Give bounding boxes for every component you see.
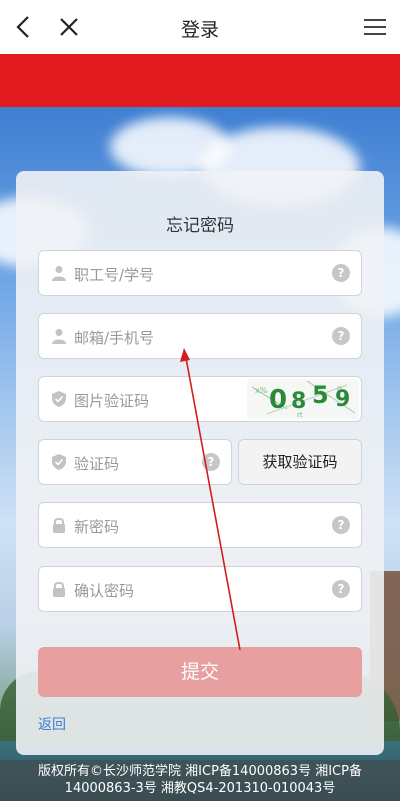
help-icon[interactable]: ?	[202, 453, 220, 471]
hamburger-menu-icon[interactable]	[362, 14, 388, 40]
help-icon[interactable]: ?	[332, 264, 350, 282]
help-icon[interactable]: ?	[332, 516, 350, 534]
copyright-footer: 版权所有©长沙师范学院 湘ICP备14000863号 湘ICP备 1400086…	[0, 760, 400, 801]
captcha-char: 8	[291, 389, 307, 414]
email-phone-placeholder: 邮箱/手机号	[74, 329, 155, 347]
svg-text:x%: x%	[255, 386, 268, 395]
new-password-placeholder: 新密码	[74, 518, 120, 536]
captcha-image[interactable]: x% g rt 0 8 5 9	[247, 379, 359, 419]
confirm-password-placeholder: 确认密码	[74, 582, 135, 600]
shield-icon	[52, 454, 66, 470]
page-title: 登录	[180, 19, 219, 41]
form-title: 忘记密码	[166, 216, 234, 236]
top-bar: 登录	[0, 0, 400, 54]
captcha-char: 9	[335, 387, 351, 412]
email-phone-input[interactable]: 邮箱/手机号 ?	[38, 313, 362, 359]
staff-id-input[interactable]: 职工号/学号 ?	[38, 250, 362, 296]
footer-line-2: 14000863-3号 湘教QS4-201310-010043号	[64, 781, 336, 796]
staff-id-placeholder: 职工号/学号	[74, 266, 155, 284]
user-icon	[52, 266, 66, 281]
footer-line-1: 版权所有©长沙师范学院 湘ICP备14000863号 湘ICP备	[38, 764, 362, 779]
user-icon	[52, 329, 66, 344]
lock-icon	[53, 517, 65, 533]
submit-button[interactable]: 提交	[38, 647, 362, 697]
brand-banner	[0, 54, 400, 107]
forgot-password-card: 忘记密码 职工号/学号 ? 邮箱/手机号 ? 图片验证码 x% g rt 0 8…	[16, 171, 384, 755]
captcha-char: 5	[312, 381, 329, 409]
help-icon[interactable]: ?	[332, 327, 350, 345]
back-link[interactable]: 返回	[38, 714, 66, 734]
help-icon[interactable]: ?	[332, 580, 350, 598]
new-password-input[interactable]: 新密码 ?	[38, 502, 362, 548]
lock-icon	[53, 581, 65, 597]
shield-icon	[52, 391, 66, 407]
verification-code-input[interactable]: 验证码 ?	[38, 439, 232, 485]
confirm-password-input[interactable]: 确认密码 ?	[38, 566, 362, 612]
captcha-char: 0	[269, 385, 288, 415]
image-captcha-input[interactable]: 图片验证码 x% g rt 0 8 5 9	[38, 376, 362, 422]
image-captcha-placeholder: 图片验证码	[74, 392, 150, 410]
get-code-button[interactable]: 获取验证码	[238, 439, 362, 485]
verification-code-placeholder: 验证码	[74, 455, 120, 473]
